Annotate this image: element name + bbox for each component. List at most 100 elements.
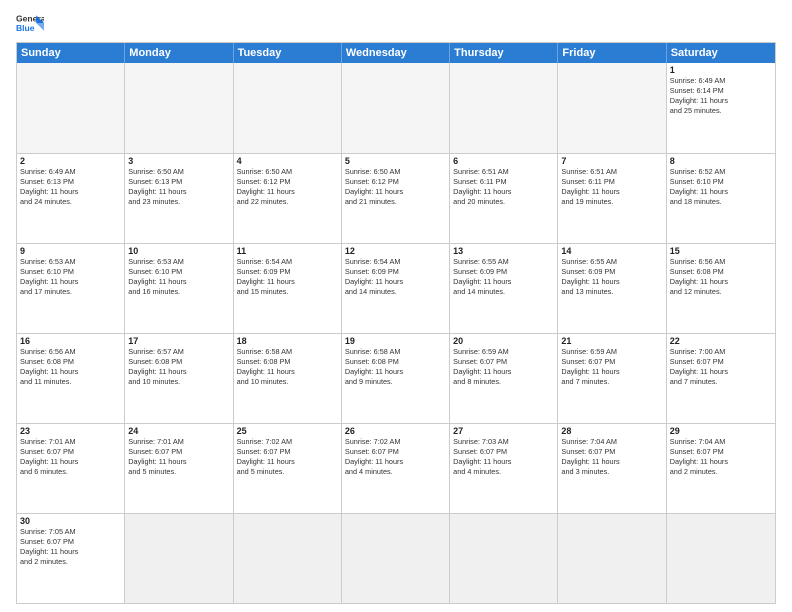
day-header-tuesday: Tuesday (234, 43, 342, 63)
calendar-body: 1Sunrise: 6:49 AM Sunset: 6:14 PM Daylig… (17, 63, 775, 603)
cell-info: Sunrise: 6:55 AM Sunset: 6:09 PM Dayligh… (561, 257, 662, 296)
cell-info: Sunrise: 6:59 AM Sunset: 6:07 PM Dayligh… (561, 347, 662, 386)
day-number: 22 (670, 336, 772, 346)
day-number: 23 (20, 426, 121, 436)
calendar-cell (234, 63, 342, 153)
calendar-cell (450, 63, 558, 153)
day-number: 1 (670, 65, 772, 75)
day-number: 4 (237, 156, 338, 166)
calendar-row-6: 30Sunrise: 7:05 AM Sunset: 6:07 PM Dayli… (17, 513, 775, 603)
calendar-cell: 15Sunrise: 6:56 AM Sunset: 6:08 PM Dayli… (667, 244, 775, 333)
cell-info: Sunrise: 7:05 AM Sunset: 6:07 PM Dayligh… (20, 527, 121, 566)
cell-info: Sunrise: 7:01 AM Sunset: 6:07 PM Dayligh… (20, 437, 121, 476)
day-number: 13 (453, 246, 554, 256)
day-number: 6 (453, 156, 554, 166)
day-number: 8 (670, 156, 772, 166)
cell-info: Sunrise: 6:50 AM Sunset: 6:13 PM Dayligh… (128, 167, 229, 206)
cell-info: Sunrise: 6:53 AM Sunset: 6:10 PM Dayligh… (20, 257, 121, 296)
day-number: 3 (128, 156, 229, 166)
day-header-friday: Friday (558, 43, 666, 63)
cell-info: Sunrise: 7:04 AM Sunset: 6:07 PM Dayligh… (561, 437, 662, 476)
day-number: 14 (561, 246, 662, 256)
calendar-cell: 19Sunrise: 6:58 AM Sunset: 6:08 PM Dayli… (342, 334, 450, 423)
calendar-cell: 14Sunrise: 6:55 AM Sunset: 6:09 PM Dayli… (558, 244, 666, 333)
cell-info: Sunrise: 6:51 AM Sunset: 6:11 PM Dayligh… (561, 167, 662, 206)
day-number: 28 (561, 426, 662, 436)
cell-info: Sunrise: 6:58 AM Sunset: 6:08 PM Dayligh… (237, 347, 338, 386)
calendar-header: SundayMondayTuesdayWednesdayThursdayFrid… (17, 43, 775, 63)
cell-info: Sunrise: 6:56 AM Sunset: 6:08 PM Dayligh… (670, 257, 772, 296)
calendar-cell: 6Sunrise: 6:51 AM Sunset: 6:11 PM Daylig… (450, 154, 558, 243)
cell-info: Sunrise: 7:02 AM Sunset: 6:07 PM Dayligh… (237, 437, 338, 476)
calendar-cell: 13Sunrise: 6:55 AM Sunset: 6:09 PM Dayli… (450, 244, 558, 333)
calendar-cell (342, 63, 450, 153)
calendar-cell (558, 63, 666, 153)
cell-info: Sunrise: 6:55 AM Sunset: 6:09 PM Dayligh… (453, 257, 554, 296)
cell-info: Sunrise: 6:56 AM Sunset: 6:08 PM Dayligh… (20, 347, 121, 386)
calendar-cell: 26Sunrise: 7:02 AM Sunset: 6:07 PM Dayli… (342, 424, 450, 513)
day-number: 26 (345, 426, 446, 436)
calendar-row-1: 1Sunrise: 6:49 AM Sunset: 6:14 PM Daylig… (17, 63, 775, 153)
calendar-cell: 24Sunrise: 7:01 AM Sunset: 6:07 PM Dayli… (125, 424, 233, 513)
calendar-cell: 27Sunrise: 7:03 AM Sunset: 6:07 PM Dayli… (450, 424, 558, 513)
day-number: 2 (20, 156, 121, 166)
calendar-cell: 30Sunrise: 7:05 AM Sunset: 6:07 PM Dayli… (17, 514, 125, 603)
calendar-cell: 18Sunrise: 6:58 AM Sunset: 6:08 PM Dayli… (234, 334, 342, 423)
day-number: 12 (345, 246, 446, 256)
calendar-cell: 28Sunrise: 7:04 AM Sunset: 6:07 PM Dayli… (558, 424, 666, 513)
calendar-cell: 11Sunrise: 6:54 AM Sunset: 6:09 PM Dayli… (234, 244, 342, 333)
day-number: 25 (237, 426, 338, 436)
cell-info: Sunrise: 6:53 AM Sunset: 6:10 PM Dayligh… (128, 257, 229, 296)
calendar-cell: 16Sunrise: 6:56 AM Sunset: 6:08 PM Dayli… (17, 334, 125, 423)
calendar-cell: 12Sunrise: 6:54 AM Sunset: 6:09 PM Dayli… (342, 244, 450, 333)
calendar-cell: 10Sunrise: 6:53 AM Sunset: 6:10 PM Dayli… (125, 244, 233, 333)
day-number: 10 (128, 246, 229, 256)
day-number: 16 (20, 336, 121, 346)
calendar-cell: 5Sunrise: 6:50 AM Sunset: 6:12 PM Daylig… (342, 154, 450, 243)
calendar-cell: 25Sunrise: 7:02 AM Sunset: 6:07 PM Dayli… (234, 424, 342, 513)
day-number: 19 (345, 336, 446, 346)
calendar-row-4: 16Sunrise: 6:56 AM Sunset: 6:08 PM Dayli… (17, 333, 775, 423)
header: General Blue (16, 12, 776, 34)
calendar-cell (558, 514, 666, 603)
day-number: 29 (670, 426, 772, 436)
calendar-cell: 20Sunrise: 6:59 AM Sunset: 6:07 PM Dayli… (450, 334, 558, 423)
cell-info: Sunrise: 7:01 AM Sunset: 6:07 PM Dayligh… (128, 437, 229, 476)
calendar-cell (450, 514, 558, 603)
calendar-cell: 29Sunrise: 7:04 AM Sunset: 6:07 PM Dayli… (667, 424, 775, 513)
cell-info: Sunrise: 6:50 AM Sunset: 6:12 PM Dayligh… (237, 167, 338, 206)
day-number: 30 (20, 516, 121, 526)
day-header-saturday: Saturday (667, 43, 775, 63)
cell-info: Sunrise: 6:52 AM Sunset: 6:10 PM Dayligh… (670, 167, 772, 206)
cell-info: Sunrise: 7:00 AM Sunset: 6:07 PM Dayligh… (670, 347, 772, 386)
day-number: 11 (237, 246, 338, 256)
cell-info: Sunrise: 6:50 AM Sunset: 6:12 PM Dayligh… (345, 167, 446, 206)
calendar-cell: 22Sunrise: 7:00 AM Sunset: 6:07 PM Dayli… (667, 334, 775, 423)
day-header-wednesday: Wednesday (342, 43, 450, 63)
calendar-cell: 2Sunrise: 6:49 AM Sunset: 6:13 PM Daylig… (17, 154, 125, 243)
logo: General Blue (16, 12, 44, 34)
day-number: 21 (561, 336, 662, 346)
cell-info: Sunrise: 6:54 AM Sunset: 6:09 PM Dayligh… (237, 257, 338, 296)
cell-info: Sunrise: 6:59 AM Sunset: 6:07 PM Dayligh… (453, 347, 554, 386)
cell-info: Sunrise: 6:57 AM Sunset: 6:08 PM Dayligh… (128, 347, 229, 386)
calendar-row-2: 2Sunrise: 6:49 AM Sunset: 6:13 PM Daylig… (17, 153, 775, 243)
cell-info: Sunrise: 6:54 AM Sunset: 6:09 PM Dayligh… (345, 257, 446, 296)
calendar-cell: 1Sunrise: 6:49 AM Sunset: 6:14 PM Daylig… (667, 63, 775, 153)
calendar-cell (667, 514, 775, 603)
calendar-cell (125, 63, 233, 153)
calendar-row-3: 9Sunrise: 6:53 AM Sunset: 6:10 PM Daylig… (17, 243, 775, 333)
cell-info: Sunrise: 7:03 AM Sunset: 6:07 PM Dayligh… (453, 437, 554, 476)
calendar-cell: 21Sunrise: 6:59 AM Sunset: 6:07 PM Dayli… (558, 334, 666, 423)
calendar-cell (234, 514, 342, 603)
cell-info: Sunrise: 6:51 AM Sunset: 6:11 PM Dayligh… (453, 167, 554, 206)
calendar-cell (125, 514, 233, 603)
cell-info: Sunrise: 6:49 AM Sunset: 6:14 PM Dayligh… (670, 76, 772, 115)
day-number: 24 (128, 426, 229, 436)
day-number: 18 (237, 336, 338, 346)
day-header-sunday: Sunday (17, 43, 125, 63)
day-number: 27 (453, 426, 554, 436)
page: General Blue SundayMondayTuesdayWednesda… (0, 0, 792, 612)
day-number: 17 (128, 336, 229, 346)
cell-info: Sunrise: 6:58 AM Sunset: 6:08 PM Dayligh… (345, 347, 446, 386)
